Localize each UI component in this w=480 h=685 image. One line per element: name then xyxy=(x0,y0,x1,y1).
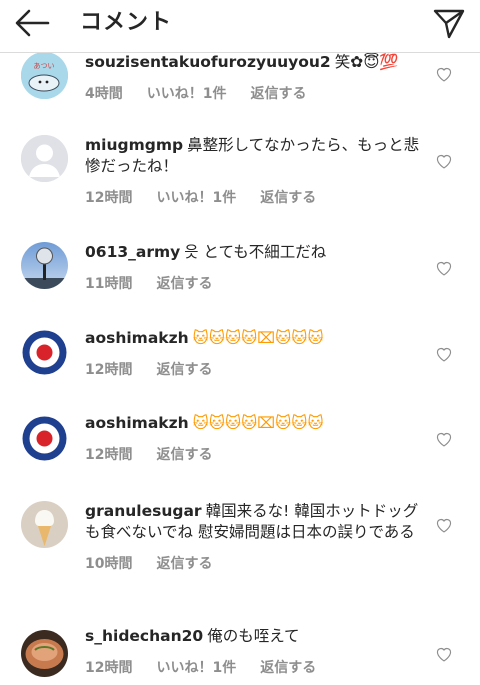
paper-plane-icon[interactable] xyxy=(432,6,466,40)
arrow-left-icon[interactable] xyxy=(14,8,50,38)
comment-text: aoshimakzh 🐱🐱🐱🐱⌧🐱🐱🐱 xyxy=(85,413,420,434)
comment-item: あつい souzisentakuofurozyuuyou2 笑✿😇💯 4時間 いいね… xyxy=(0,48,480,118)
comment-username[interactable]: aoshimakzh xyxy=(85,414,189,432)
heart-outline-icon[interactable] xyxy=(435,517,453,533)
comment-username[interactable]: aoshimakzh xyxy=(85,329,189,347)
page-title: コメント xyxy=(80,10,173,35)
comment-username[interactable]: miugmgmp xyxy=(85,136,183,154)
avatar[interactable]: あつい xyxy=(21,52,68,99)
comment-body: 읏 とても不細工だね xyxy=(184,243,327,261)
avatar[interactable] xyxy=(21,630,68,677)
heart-outline-icon[interactable] xyxy=(435,646,453,662)
comment-item: granulesugar 韓国来るな! 韓国ホットドッグも食べないでね 慰安婦問題… xyxy=(0,497,480,597)
heart-outline-icon[interactable] xyxy=(435,346,453,362)
heart-outline-icon[interactable] xyxy=(435,260,453,276)
reply-button[interactable]: 返信する xyxy=(156,276,212,292)
comment-text: aoshimakzh 🐱🐱🐱🐱⌧🐱🐱🐱 xyxy=(85,328,420,349)
comment-time: 12時間 xyxy=(85,447,133,463)
heart-outline-icon[interactable] xyxy=(435,66,453,82)
comment-item: aoshimakzh 🐱🐱🐱🐱⌧🐱🐱🐱 12時間 返信する xyxy=(0,326,480,386)
comment-meta: 12時間 いいね！1件 返信する xyxy=(85,657,420,677)
comment-time: 4時間 xyxy=(85,86,123,102)
heart-outline-icon[interactable] xyxy=(435,153,453,169)
comment-time: 12時間 xyxy=(85,660,133,676)
reply-button[interactable]: 返信する xyxy=(251,86,307,102)
reply-button[interactable]: 返信する xyxy=(156,556,212,572)
svg-text:あつい: あつい xyxy=(34,62,55,70)
comment-likes[interactable]: いいね！1件 xyxy=(156,190,236,206)
heart-outline-icon[interactable] xyxy=(435,431,453,447)
avatar[interactable] xyxy=(21,242,68,289)
comment-username[interactable]: 0613_army xyxy=(85,243,180,261)
comment-time: 12時間 xyxy=(85,190,133,206)
comment-body: 笑✿😇💯 xyxy=(334,53,399,71)
avatar[interactable] xyxy=(21,329,68,376)
comment-item: aoshimakzh 🐱🐱🐱🐱⌧🐱🐱🐱 12時間 返信する xyxy=(0,411,480,471)
comment-time: 12時間 xyxy=(85,362,133,378)
avatar[interactable] xyxy=(21,501,68,548)
comment-text: miugmgmp 鼻整形してなかったら、もっと悲惨だったね！ xyxy=(85,135,420,177)
comment-time: 10時間 xyxy=(85,556,133,572)
comment-meta: 10時間 返信する xyxy=(85,553,420,573)
comment-username[interactable]: s_hidechan20 xyxy=(85,627,203,645)
comment-body: 🐱🐱🐱🐱⌧🐱🐱🐱 xyxy=(192,329,324,347)
comment-item: 0613_army 읏 とても不細工だね 11時間 返信する xyxy=(0,240,480,300)
comment-body: 俺のも咥えて xyxy=(207,627,300,645)
reply-button[interactable]: 返信する xyxy=(260,190,316,206)
comment-item: miugmgmp 鼻整形してなかったら、もっと悲惨だったね！ 12時間 いいね！1件… xyxy=(0,133,480,213)
top-bar: コメント xyxy=(0,0,480,53)
comment-likes[interactable]: いいね！1件 xyxy=(156,660,236,676)
comment-likes[interactable]: いいね！1件 xyxy=(147,86,227,102)
avatar[interactable] xyxy=(21,415,68,462)
comment-username[interactable]: granulesugar xyxy=(85,502,202,520)
comment-item: s_hidechan20 俺のも咥えて 12時間 いいね！1件 返信する xyxy=(0,624,480,685)
reply-button[interactable]: 返信する xyxy=(156,447,212,463)
reply-button[interactable]: 返信する xyxy=(260,660,316,676)
reply-button[interactable]: 返信する xyxy=(156,362,212,378)
comment-text: granulesugar 韓国来るな! 韓国ホットドッグも食べないでね 慰安婦問題… xyxy=(85,501,420,543)
comment-body: 🐱🐱🐱🐱⌧🐱🐱🐱 xyxy=(192,414,324,432)
comment-username[interactable]: souzisentakuofurozyuuyou2 xyxy=(85,53,331,71)
comment-meta: 4時間 いいね！1件 返信する xyxy=(85,83,420,103)
comment-time: 11時間 xyxy=(85,276,133,292)
comment-text: s_hidechan20 俺のも咥えて xyxy=(85,626,420,647)
comment-meta: 12時間 いいね！1件 返信する xyxy=(85,187,420,207)
comment-text: souzisentakuofurozyuuyou2 笑✿😇💯 xyxy=(85,52,420,73)
comment-meta: 12時間 返信する xyxy=(85,359,420,379)
comment-meta: 12時間 返信する xyxy=(85,444,420,464)
comment-meta: 11時間 返信する xyxy=(85,273,420,293)
avatar[interactable] xyxy=(21,135,68,182)
comment-text: 0613_army 읏 とても不細工だね xyxy=(85,242,420,263)
